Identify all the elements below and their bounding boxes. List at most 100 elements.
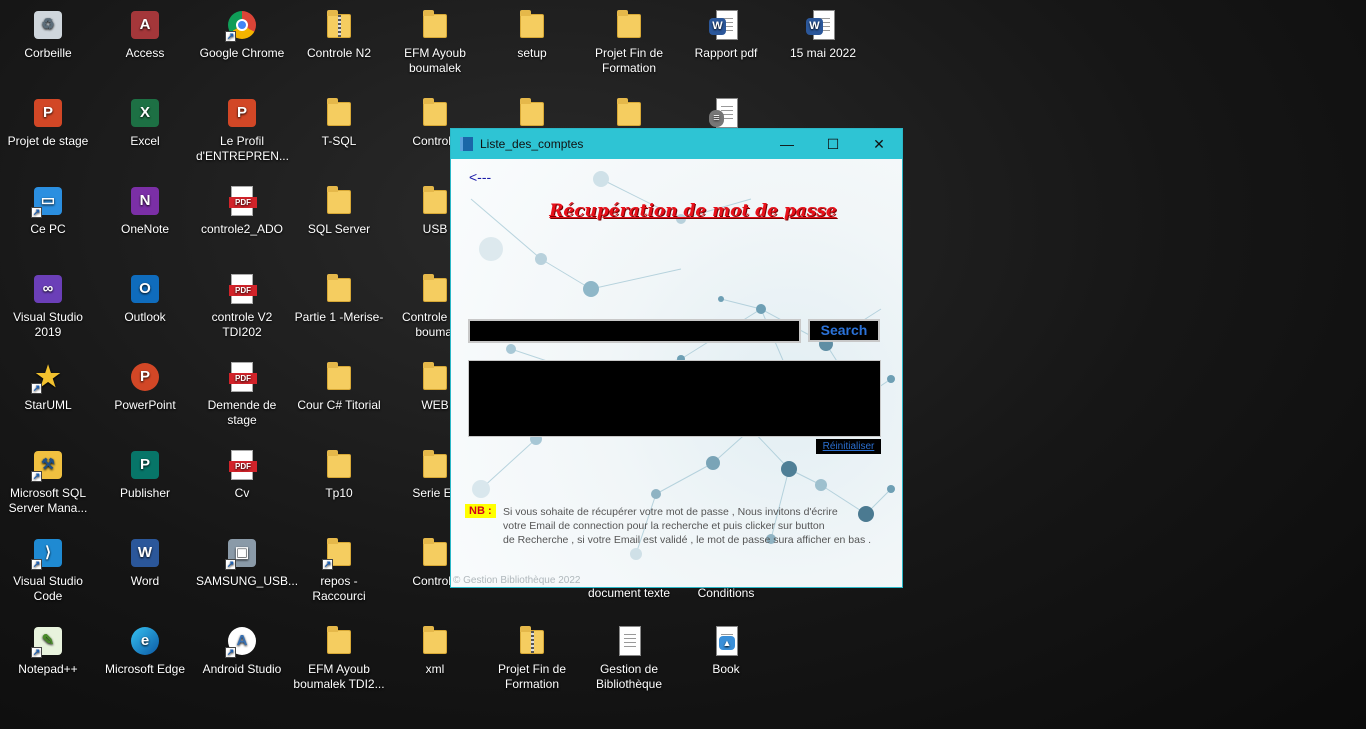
- sql-server-icon: ⚒ ↗: [31, 448, 65, 482]
- desktop-icon-efm-ayoub[interactable]: EFM Ayoub boumalek: [389, 8, 481, 76]
- desktop-icon-label: StarUML: [24, 398, 72, 412]
- desktop-icon-powerpoint[interactable]: P PowerPoint: [99, 360, 191, 413]
- desktop-icon-label: Outlook: [124, 310, 166, 324]
- desktop-icon-label: Cv: [234, 486, 250, 500]
- desktop-icon-label: Access: [125, 46, 165, 60]
- title-bar[interactable]: Liste_des_comptes — ☐ ✕: [451, 129, 902, 159]
- android-studio-icon: A ↗: [225, 624, 259, 658]
- desktop-icon-access[interactable]: A Access: [99, 8, 191, 61]
- desktop-icon-sql-server-management[interactable]: ⚒ ↗ Microsoft SQL Server Mana...: [2, 448, 94, 516]
- folder-icon: [322, 448, 356, 482]
- minimize-button[interactable]: —: [764, 129, 810, 159]
- folder-icon: [418, 360, 452, 394]
- window-title: Liste_des_comptes: [480, 137, 584, 151]
- desktop-icon-label: Book: [712, 662, 740, 676]
- desktop-icon-label: T-SQL: [321, 134, 357, 148]
- desktop-icon-label: Publisher: [119, 486, 171, 500]
- recycle-bin-icon: ♻: [31, 8, 65, 42]
- desktop-icon-book[interactable]: ▲ Book: [680, 624, 772, 677]
- desktop-icon-publisher[interactable]: P Publisher: [99, 448, 191, 501]
- desktop-icon-label: Cour C# Titorial: [297, 398, 381, 412]
- desktop-icon-notepadpp[interactable]: ✎ ↗ Notepad++: [2, 624, 94, 677]
- email-input[interactable]: [468, 319, 801, 343]
- desktop-icon-label: Gestion de Bibliothèque: [595, 662, 663, 691]
- password-result-box[interactable]: [468, 360, 881, 437]
- word-doc-icon: W: [806, 8, 840, 42]
- desktop-icon-corbeille[interactable]: ♻ Corbeille: [2, 8, 94, 61]
- staruml-icon: ★ ↗: [31, 361, 61, 394]
- desktop-icon-conditions[interactable]: Conditions: [680, 586, 772, 601]
- desktop-icon-xml[interactable]: xml: [389, 624, 481, 677]
- word-icon: W: [128, 536, 162, 570]
- desktop-icon-cour-csharp[interactable]: Cour C# Titorial: [293, 360, 385, 413]
- computer-icon: ▭ ↗: [31, 184, 65, 218]
- desktop-icon-label: PowerPoint: [114, 398, 176, 412]
- pdf-icon: PDF: [225, 272, 259, 306]
- instructions-text: Si vous sohaite de récupérer votre mot d…: [503, 506, 872, 546]
- desktop-icon-label: controle2_ADO: [200, 222, 284, 236]
- desktop-icon-controle-v2[interactable]: PDF controle V2 TDI202: [196, 272, 288, 340]
- folder-icon: [322, 360, 356, 394]
- desktop-icon-label: EFM Ayoub boumalek TDI2...: [293, 662, 385, 691]
- outlook-icon: O: [128, 272, 162, 306]
- desktop-icon-staruml[interactable]: ★ ↗ StarUML: [2, 360, 94, 413]
- desktop-icon-excel[interactable]: X Excel: [99, 96, 191, 149]
- image-file-icon: ▲: [709, 624, 743, 658]
- desktop-icon-samsung-usb[interactable]: ▣ ↗ SAMSUNG_USB...: [196, 536, 299, 589]
- folder-icon: [322, 272, 356, 306]
- desktop-icon-visual-studio-2019[interactable]: ∞ Visual Studio 2019: [2, 272, 94, 340]
- desktop-icon-label: Projet Fin de Formation: [497, 662, 567, 691]
- desktop-icon-projet-fin[interactable]: Projet Fin de Formation: [583, 8, 675, 76]
- desktop-icon-label: Microsoft Edge: [104, 662, 186, 676]
- desktop-icon-efm-ayoub-tdi2[interactable]: EFM Ayoub boumalek TDI2...: [293, 624, 385, 692]
- nb-badge: NB :: [465, 504, 496, 518]
- desktop-icon-chrome[interactable]: ↗ Google Chrome: [196, 8, 288, 61]
- desktop-icon-label: OneNote: [120, 222, 170, 236]
- back-link[interactable]: <---: [469, 169, 491, 185]
- desktop-icon-le-profil[interactable]: P Le Profil d'ENTREPREN...: [196, 96, 289, 164]
- maximize-button[interactable]: ☐: [810, 129, 856, 159]
- powerpoint-pdf-icon: P: [31, 96, 65, 130]
- desktop-icon-controle2-ado[interactable]: PDF controle2_ADO: [196, 184, 288, 237]
- desktop-icon-repos-raccourci[interactable]: ↗ repos - Raccourci: [293, 536, 385, 604]
- desktop-icon-15-mai-2022[interactable]: W 15 mai 2022: [777, 8, 869, 61]
- desktop-icon-ce-pc[interactable]: ▭ ↗ Ce PC: [2, 184, 94, 237]
- desktop-icon-edge[interactable]: e Microsoft Edge: [99, 624, 191, 677]
- desktop-icon-label: document texte: [587, 586, 671, 600]
- vscode-icon: ⟩ ↗: [31, 536, 65, 570]
- desktop-icon-word[interactable]: W Word: [99, 536, 191, 589]
- desktop-icon-rapport-pdf[interactable]: W Rapport pdf: [680, 8, 772, 61]
- desktop-icon-demende-de-stage[interactable]: PDF Demende de stage: [196, 360, 288, 428]
- desktop-icon-projet-de-stage[interactable]: P Projet de stage: [2, 96, 94, 149]
- desktop-icon-projet-fin-zip[interactable]: Projet Fin de Formation: [486, 624, 578, 692]
- reset-link[interactable]: Réinitialiser: [816, 439, 881, 454]
- desktop-icon-setup[interactable]: setup: [486, 8, 578, 61]
- folder-icon: [418, 96, 452, 130]
- desktop-icon-cv[interactable]: PDF Cv: [196, 448, 288, 501]
- powerpoint-pdf-icon: P: [225, 96, 259, 130]
- desktop-icon-outlook[interactable]: O Outlook: [99, 272, 191, 325]
- desktop-icon-label: xml: [425, 662, 445, 676]
- desktop-icon-partie-1-merise[interactable]: Partie 1 -Merise-: [293, 272, 385, 325]
- close-button[interactable]: ✕: [856, 129, 902, 159]
- folder-icon: [418, 536, 452, 570]
- window-content: <--- Récupération de mot de passe Search…: [451, 159, 902, 587]
- desktop-icon-sql-server[interactable]: SQL Server: [293, 184, 385, 237]
- desktop-icon-label: SAMSUNG_USB...: [196, 574, 299, 588]
- folder-icon: [418, 8, 452, 42]
- desktop-icon-vscode[interactable]: ⟩ ↗ Visual Studio Code: [2, 536, 94, 604]
- desktop-icon-controle-n2[interactable]: Controle N2: [293, 8, 385, 61]
- search-button[interactable]: Search: [808, 319, 880, 342]
- folder-icon: [322, 184, 356, 218]
- desktop-icon-gestion-bibliotheque[interactable]: Gestion de Bibliothèque: [583, 624, 675, 692]
- desktop-icon-android-studio[interactable]: A ↗ Android Studio: [196, 624, 288, 677]
- desktop-icon-onenote[interactable]: N OneNote: [99, 184, 191, 237]
- desktop-icon-label: Controle N2: [306, 46, 372, 60]
- folder-icon: [418, 624, 452, 658]
- folder-icon: [515, 96, 549, 130]
- edge-icon: e: [128, 624, 162, 658]
- desktop-icon-tp10[interactable]: Tp10: [293, 448, 385, 501]
- desktop-icon-t-sql[interactable]: T-SQL: [293, 96, 385, 149]
- desktop-icon-document-texte[interactable]: document texte: [583, 586, 675, 601]
- desktop-icon-label: Projet de stage: [7, 134, 89, 148]
